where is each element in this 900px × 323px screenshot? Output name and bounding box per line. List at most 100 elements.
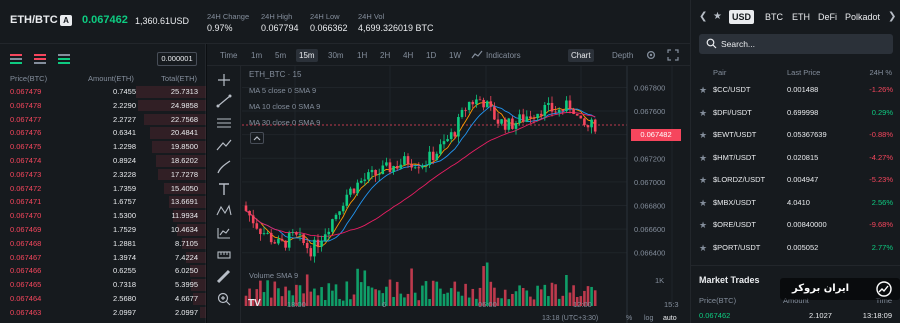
- market-row[interactable]: ★ $PORT/USDT 0.005052 2.77%: [691, 237, 900, 260]
- pitchfork-icon[interactable]: [215, 137, 233, 153]
- quote-tab-eth[interactable]: ETH: [792, 12, 810, 22]
- search-input[interactable]: [721, 37, 881, 51]
- interval-15m[interactable]: 15m: [296, 49, 318, 62]
- auto-toggle[interactable]: auto: [663, 315, 677, 322]
- candle-body: [313, 239, 316, 257]
- markets-price-header[interactable]: Last Price: [787, 68, 820, 77]
- percent-toggle[interactable]: %: [626, 315, 632, 322]
- ask-row[interactable]: 0.067465 0.7318 5.3995: [0, 278, 206, 292]
- ruler-icon[interactable]: [215, 269, 233, 285]
- interval-1d[interactable]: 1D: [423, 49, 439, 62]
- candle-body: [352, 188, 356, 194]
- volume-bar: [244, 295, 248, 306]
- ask-total: 25.7313: [170, 87, 198, 96]
- price-chart[interactable]: 0.0678000.0676000.0674000.0672000.067000…: [242, 66, 690, 323]
- ask-row[interactable]: 0.067464 2.5680 4.6677: [0, 292, 206, 306]
- horizontal-lines-icon[interactable]: [215, 115, 233, 131]
- stat-value: 0.067794: [261, 23, 299, 33]
- favorite-star-icon[interactable]: ★: [699, 124, 707, 147]
- indicators-button[interactable]: Indicators: [483, 49, 524, 62]
- market-row[interactable]: ★ $MBX/USDT 4.0410 2.56%: [691, 192, 900, 215]
- ask-row[interactable]: 0.067463 2.0997 2.0997: [0, 306, 206, 320]
- pair-title[interactable]: ETH/BTC: [10, 14, 58, 26]
- text-tool-icon[interactable]: [215, 181, 233, 197]
- prediction-icon[interactable]: [215, 225, 233, 241]
- prev-arrow-icon[interactable]: ❮: [699, 11, 707, 22]
- candle-body: [424, 165, 428, 166]
- ask-amount: 2.2727: [113, 114, 136, 124]
- favorite-star-icon[interactable]: ★: [699, 192, 707, 215]
- ask-row[interactable]: 0.067478 2.2290 24.9858: [0, 99, 206, 113]
- favorite-star-icon[interactable]: ★: [699, 214, 707, 237]
- interval-5m[interactable]: 5m: [272, 49, 289, 62]
- markets-pair-header[interactable]: Pair: [713, 68, 726, 77]
- precision-select[interactable]: 0.000001: [157, 52, 197, 66]
- ask-row[interactable]: 0.067473 2.3228 17.7278: [0, 168, 206, 182]
- trend-line-icon[interactable]: [215, 93, 233, 109]
- brush-icon[interactable]: [215, 159, 233, 175]
- volume-bar: [266, 280, 269, 306]
- ask-row[interactable]: 0.067470 1.5300 11.9934: [0, 209, 206, 223]
- quote-tab-usd[interactable]: USD: [729, 10, 755, 24]
- interval-1m[interactable]: 1m: [248, 49, 265, 62]
- ask-row[interactable]: 0.067477 2.2727 22.7568: [0, 113, 206, 127]
- orderbook-asks-list: 0.067479 0.7455 25.7313 0.067478 2.2290 24.98…: [0, 85, 206, 320]
- ask-row[interactable]: 0.067467 1.3974 7.4224: [0, 251, 206, 265]
- divider: [691, 265, 900, 266]
- quote-tab-btc[interactable]: BTC: [765, 12, 783, 22]
- orderbook-bids-icon[interactable]: [58, 54, 70, 64]
- favorite-star-icon[interactable]: ★: [699, 147, 707, 170]
- interval-1w[interactable]: 1W: [446, 49, 464, 62]
- market-row[interactable]: ★ $CC/USDT 0.001488 -1.26%: [691, 79, 900, 102]
- favorite-star-icon[interactable]: ★: [699, 169, 707, 192]
- ask-row[interactable]: 0.067466 0.6255 6.0250: [0, 264, 206, 278]
- quote-tab-defi[interactable]: DeFi: [818, 12, 837, 22]
- candle-body: [359, 180, 363, 183]
- orderbook-both-icon[interactable]: [10, 54, 22, 64]
- market-row[interactable]: ★ $HMT/USDT 0.020815 -4.27%: [691, 147, 900, 170]
- candle-body: [439, 144, 442, 154]
- volume-bar: [327, 283, 331, 306]
- orderbook-total-header: Total(ETH): [161, 74, 197, 83]
- favorite-star-icon[interactable]: ★: [699, 237, 707, 260]
- favorite-star-icon[interactable]: ★: [699, 79, 707, 102]
- market-row[interactable]: ★ $DFI/USDT 0.699998 0.29%: [691, 102, 900, 125]
- fullscreen-icon[interactable]: [667, 49, 679, 61]
- candle-body: [259, 228, 262, 235]
- view-depth-tab[interactable]: Depth: [609, 49, 636, 62]
- ask-row[interactable]: 0.067476 0.6341 20.4841: [0, 126, 206, 140]
- volume-bar: [532, 299, 536, 306]
- market-row[interactable]: ★ $ORE/USDT 0.00840000 -9.68%: [691, 214, 900, 237]
- ask-row[interactable]: 0.067468 1.2881 8.7105: [0, 237, 206, 251]
- interval-2h[interactable]: 2H: [377, 49, 393, 62]
- collapse-legend-icon[interactable]: [250, 132, 264, 144]
- orderbook-asks-icon[interactable]: [34, 54, 46, 64]
- zoom-in-icon[interactable]: [215, 291, 233, 307]
- indicators-icon[interactable]: [471, 50, 483, 60]
- next-arrow-icon[interactable]: ❯: [888, 11, 896, 22]
- crosshair-icon[interactable]: [215, 72, 233, 88]
- view-chart-tab[interactable]: Chart: [568, 49, 594, 62]
- market-row[interactable]: ★ $EWT/USDT 0.05367639 -0.88%: [691, 124, 900, 147]
- interval-4h[interactable]: 4H: [400, 49, 416, 62]
- ask-row[interactable]: 0.067471 1.6757 13.6691: [0, 195, 206, 209]
- ask-row[interactable]: 0.067472 1.7359 15.4050: [0, 182, 206, 196]
- interval-1h[interactable]: 1H: [354, 49, 370, 62]
- interval-30m[interactable]: 30m: [325, 49, 347, 62]
- candle-body: [338, 211, 341, 215]
- ask-row[interactable]: 0.067474 0.8924 18.6202: [0, 154, 206, 168]
- time-button[interactable]: Time: [217, 49, 240, 62]
- ask-row[interactable]: 0.067479 0.7455 25.7313: [0, 85, 206, 99]
- pattern-icon[interactable]: [215, 203, 233, 219]
- ask-row[interactable]: 0.067469 1.7529 10.4634: [0, 223, 206, 237]
- ask-row[interactable]: 0.067475 1.2298 19.8500: [0, 140, 206, 154]
- favorites-star-icon[interactable]: ★: [713, 11, 722, 22]
- markets-change-header[interactable]: 24H %: [869, 68, 892, 77]
- market-row[interactable]: ★ $LORDZ/USDT 0.004947 -5.23%: [691, 169, 900, 192]
- log-toggle[interactable]: log: [644, 315, 653, 322]
- favorite-star-icon[interactable]: ★: [699, 102, 707, 125]
- ask-price: 0.067467: [10, 252, 42, 262]
- chart-settings-icon[interactable]: [645, 49, 657, 61]
- measure-icon[interactable]: [215, 247, 233, 263]
- quote-tab-polkadot[interactable]: Polkadot: [845, 12, 880, 22]
